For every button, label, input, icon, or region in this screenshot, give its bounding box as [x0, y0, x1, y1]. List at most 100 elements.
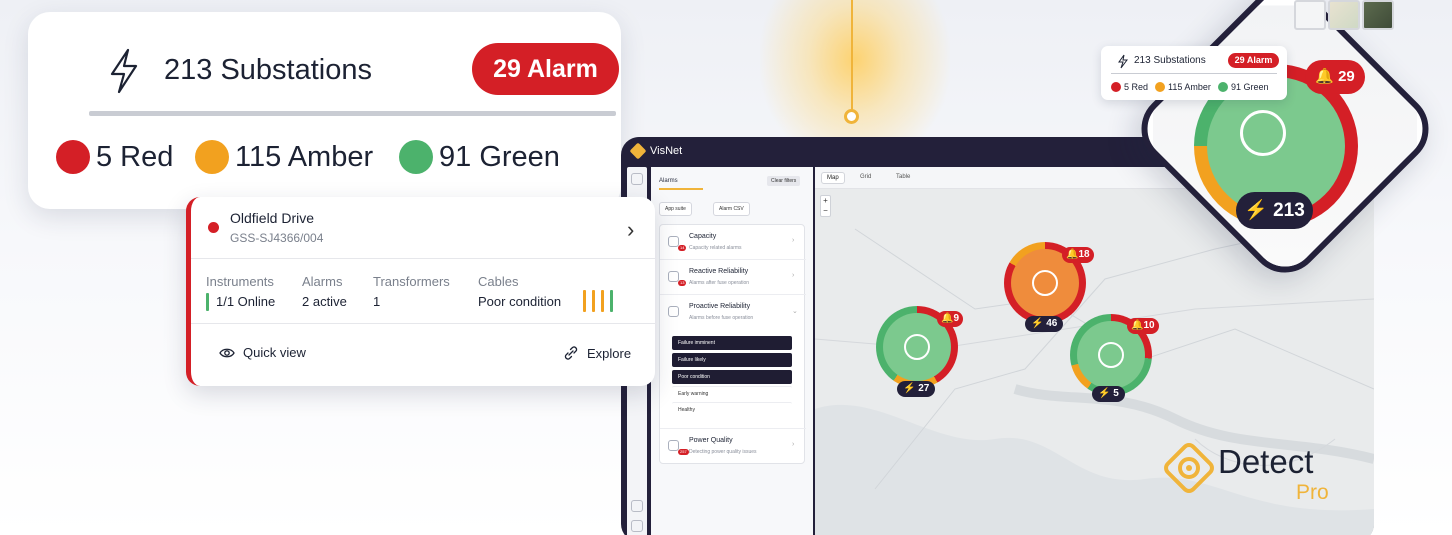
marker-alarm-badge: 🔔10 — [1127, 318, 1159, 334]
app-suite-button[interactable]: App suite — [659, 202, 692, 216]
divider — [191, 258, 655, 259]
detect-logo-icon — [1164, 443, 1214, 493]
section-title: Capacity — [689, 233, 717, 240]
zoom-out-button[interactable]: − — [821, 206, 830, 216]
tab-grid[interactable]: Grid — [855, 172, 876, 182]
divider — [191, 323, 655, 324]
marker-ring — [1098, 342, 1124, 368]
substation-name: Oldfield Drive — [230, 210, 315, 226]
bar-amber — [583, 290, 586, 312]
instruments-value: 1/1 Online — [216, 294, 276, 309]
substation-code: GSS-SJ4366/004 — [230, 231, 324, 245]
large-marker-alarm-badge: 🔔 29 — [1305, 60, 1365, 94]
brand-word: Detect — [1218, 443, 1314, 480]
bolt-icon — [1118, 54, 1128, 69]
marker-count: ⚡ 27 — [897, 381, 936, 397]
alarm-csv-button[interactable]: Alarm CSV — [713, 202, 750, 216]
chevron-right-icon: › — [792, 272, 795, 279]
quick-view-button[interactable]: Quick view — [219, 345, 306, 360]
tab-map[interactable]: Map — [821, 172, 845, 184]
quick-view-label: Quick view — [243, 345, 306, 360]
online-bar — [206, 293, 209, 311]
section-subtitle: Alarms before fuse operation — [689, 315, 754, 321]
mini-legend-red: 5 Red — [1111, 82, 1148, 92]
section-title: Reactive Reliability — [689, 268, 749, 275]
zoom-in-button[interactable]: + — [821, 196, 830, 206]
chevron-right-icon: › — [792, 441, 795, 448]
settings-icon[interactable] — [631, 500, 643, 512]
power-quality-badge: 257 — [678, 449, 689, 455]
explore-button[interactable]: Explore — [563, 345, 631, 361]
section-subtitle: Alarms after fuse operation — [689, 280, 750, 286]
filter-healthy[interactable]: Healthy — [672, 402, 792, 416]
alarm-sections: 14 Capacity Capacity related alarms › 13… — [659, 224, 806, 464]
mini-legend-amber: 115 Amber — [1155, 82, 1211, 92]
chevron-right-icon: › — [792, 237, 795, 244]
explore-label: Explore — [587, 345, 632, 361]
marker-ring — [904, 334, 930, 360]
clear-filters-button[interactable]: Clear filters — [767, 176, 801, 186]
tab-underline — [659, 188, 703, 190]
tab-alarms[interactable]: Alarms — [659, 178, 678, 184]
substation-count: 213 Substations — [164, 54, 372, 86]
mini-alarm-badge: 29 Alarm — [1228, 53, 1279, 68]
reactive-badge: 13 — [678, 280, 687, 286]
cables-value: Poor condition — [478, 294, 562, 309]
marker-ring — [1240, 110, 1286, 156]
legend-amber: 115 Amber — [195, 140, 373, 174]
visnet-logo-icon — [629, 142, 647, 160]
chevron-right-icon[interactable]: › — [627, 217, 634, 243]
zoom-control[interactable]: + − — [820, 195, 831, 217]
amber-dot — [195, 140, 229, 174]
layer-thumb-streets[interactable] — [1328, 0, 1360, 30]
connector-line — [851, 0, 853, 110]
tab-table[interactable]: Table — [891, 172, 915, 182]
bar-amber — [592, 290, 595, 312]
layer-thumb-plain[interactable] — [1294, 0, 1326, 30]
marker-count: ⚡ 46 — [1025, 316, 1064, 332]
filter-poor-condition[interactable]: Poor condition — [672, 370, 792, 384]
cable-condition-bars — [583, 290, 613, 312]
green-dot — [399, 140, 433, 174]
section-subtitle: Capacity related alarms — [689, 245, 742, 251]
substation-detail-card[interactable]: Oldfield Drive GSS-SJ4366/004 › Instrume… — [186, 197, 655, 386]
section-proactive-reliability[interactable]: Proactive Reliability Alarms before fuse… — [660, 294, 806, 329]
transformers-value: 1 — [373, 294, 381, 309]
mini-legend-green: 91 Green — [1218, 82, 1269, 92]
section-power-quality[interactable]: 257 Power Quality Detecting power qualit… — [660, 428, 806, 464]
marker-count: ⚡ 5 — [1092, 386, 1125, 402]
legend-green: 91 Green — [399, 140, 560, 174]
capacity-badge: 14 — [678, 245, 687, 251]
map-layer-switcher — [1294, 0, 1394, 30]
marker-alarm-badge: 🔔18 — [1062, 247, 1094, 263]
legend-green-label: 91 Green — [439, 140, 560, 173]
chevron-down-icon: ⌄ — [792, 308, 798, 315]
connector-dot — [844, 109, 859, 124]
divider — [1111, 73, 1277, 74]
detect-pro-logo: Detect Pro — [1162, 437, 1342, 507]
filter-icon[interactable] — [631, 173, 643, 185]
user-icon[interactable] — [631, 520, 643, 532]
status-dot — [208, 222, 219, 233]
app-logo-text: VisNet — [650, 145, 683, 157]
legend-red-label: 5 Red — [96, 140, 174, 173]
large-marker-count: ⚡ 213 — [1236, 192, 1313, 229]
filter-failure-imminent[interactable]: Failure imminent — [672, 336, 792, 350]
marker-ring — [1032, 270, 1058, 296]
alarms-value: 2 active — [302, 294, 347, 309]
mini-summary-card: 213 Substations 29 Alarm 5 Red 115 Amber… — [1101, 46, 1287, 100]
section-title: Proactive Reliability — [689, 303, 751, 310]
layer-thumb-satellite[interactable] — [1362, 0, 1394, 30]
capacity-icon — [668, 236, 679, 247]
filter-early-warning[interactable]: Early warning — [672, 386, 792, 400]
section-capacity[interactable]: 14 Capacity Capacity related alarms › — [660, 225, 806, 259]
filter-failure-likely[interactable]: Failure likely — [672, 353, 792, 367]
section-reactive-reliability[interactable]: 13 Reactive Reliability Alarms after fus… — [660, 259, 806, 294]
marker-alarm-badge: 🔔9 — [937, 311, 964, 327]
legend-amber-label: 115 Amber — [235, 140, 374, 173]
bolt-icon — [110, 48, 138, 94]
bar-green — [610, 290, 613, 312]
alarm-badge[interactable]: 29 Alarm — [472, 43, 619, 95]
link-icon — [564, 346, 578, 360]
instruments-label: Instruments — [206, 274, 274, 289]
